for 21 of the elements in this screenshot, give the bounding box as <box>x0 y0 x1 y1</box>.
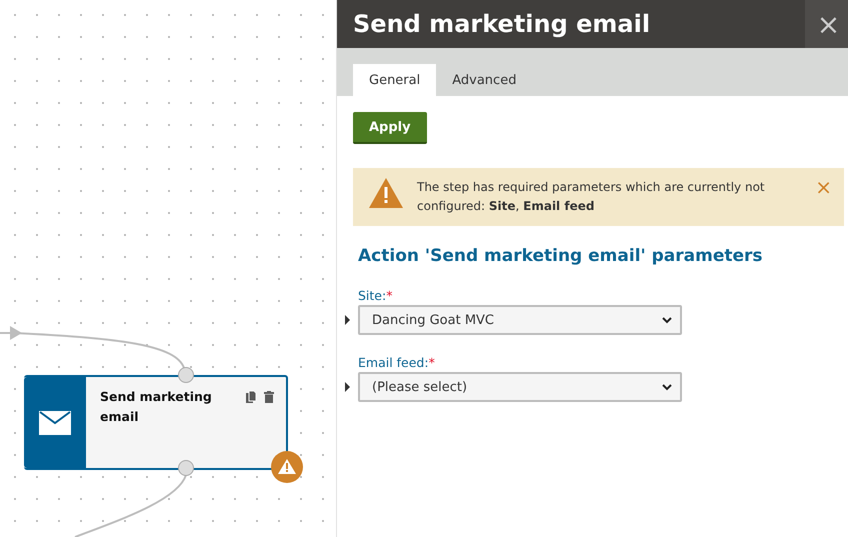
tab[interactable]: General <box>353 64 436 96</box>
workflow-step-card[interactable]: Send marketing email <box>24 375 288 470</box>
chevron-down-icon <box>662 316 672 324</box>
tab[interactable]: Advanced <box>436 64 532 96</box>
section-heading: Action 'Send marketing email' parameters <box>358 246 763 266</box>
envelope-icon <box>39 410 71 434</box>
trash-icon[interactable] <box>264 391 274 403</box>
expand-arrow-icon[interactable] <box>345 315 350 325</box>
field-label: Email feed:* <box>358 355 436 370</box>
copy-icon[interactable] <box>246 391 256 403</box>
panel-title: Send marketing email <box>352 10 652 38</box>
chevron-down-icon <box>662 384 672 390</box>
expand-arrow-icon[interactable] <box>345 382 350 392</box>
apply-button[interactable]: Apply <box>353 112 427 144</box>
field-label: Site:* <box>358 288 394 303</box>
alert-message: The step has required parameters which are currently not configured: Site, Email feed <box>417 179 766 215</box>
close-button[interactable]: × <box>805 0 848 48</box>
select-field[interactable]: Dancing Goat MVC <box>358 305 682 335</box>
select-field[interactable]: (Please select) <box>358 372 682 402</box>
step-title: Send marketing email <box>100 388 213 426</box>
warning-icon <box>369 178 403 208</box>
